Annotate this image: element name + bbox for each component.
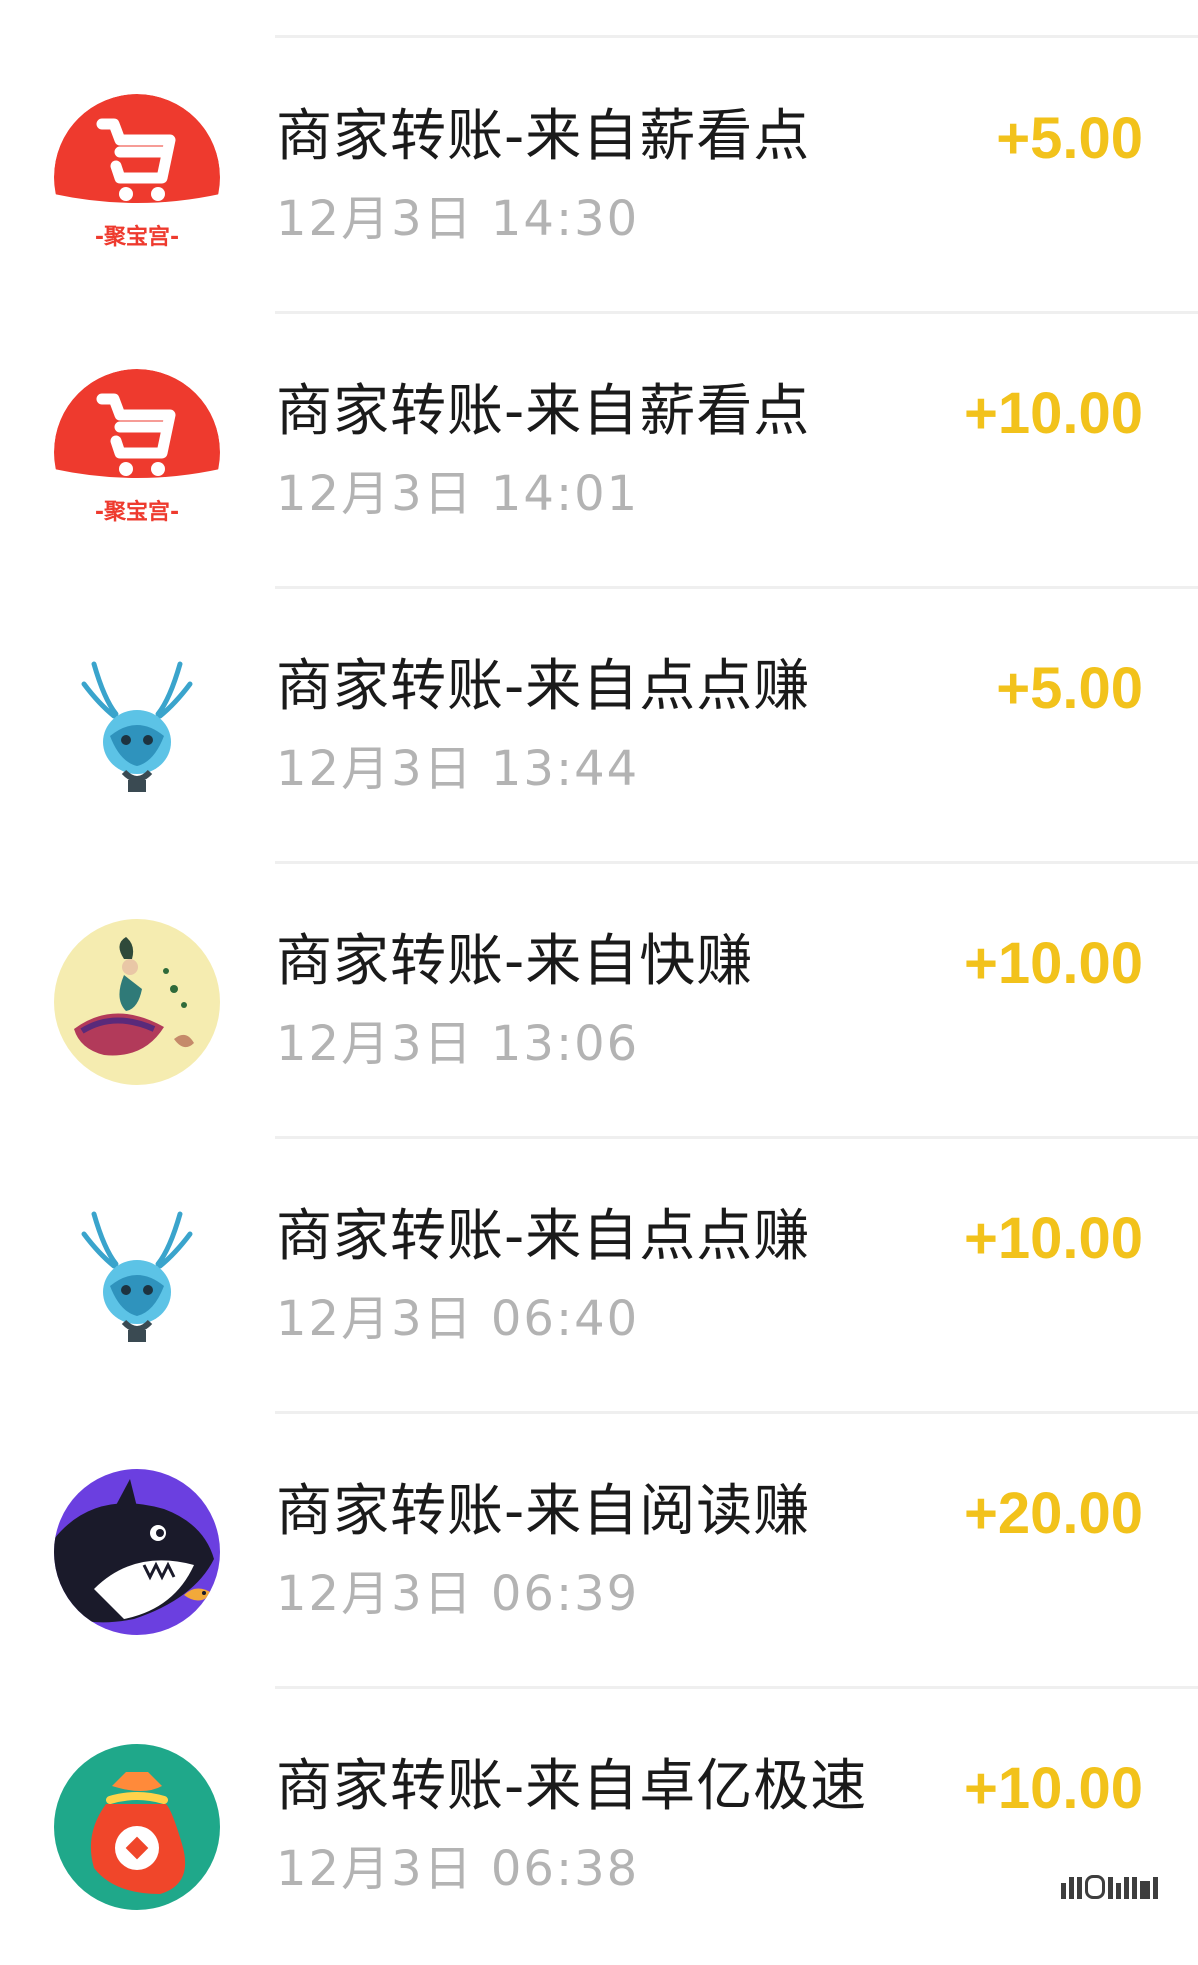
transaction-time: 12月3日 13:44 bbox=[276, 741, 640, 797]
dancer-illustration-icon bbox=[54, 919, 220, 1085]
divider bbox=[275, 1411, 1198, 1414]
watermark-icon bbox=[1061, 1875, 1158, 1899]
divider bbox=[275, 311, 1198, 314]
transaction-amount: +10.00 bbox=[963, 931, 1143, 996]
money-bag-icon bbox=[54, 1744, 220, 1910]
transaction-amount: +5.00 bbox=[996, 106, 1143, 171]
divider bbox=[275, 1136, 1198, 1139]
transaction-amount: +10.00 bbox=[963, 381, 1143, 446]
transaction-amount: +20.00 bbox=[963, 1481, 1143, 1546]
transaction-row[interactable]: 商家转账-来自点点赚 12月3日 13:44 +5.00 bbox=[0, 590, 1198, 865]
transaction-row[interactable]: 商家转账-来自卓亿极速 12月3日 06:38 +10.00 bbox=[0, 1690, 1198, 1965]
transaction-amount: +5.00 bbox=[996, 656, 1143, 721]
transaction-row[interactable]: -聚宝宫- 商家转账-来自薪看点 12月3日 14:30 +5.00 bbox=[0, 40, 1198, 315]
transaction-time: 12月3日 14:30 bbox=[276, 191, 640, 247]
blue-dragon-icon bbox=[54, 1194, 220, 1360]
transaction-amount: +10.00 bbox=[963, 1206, 1143, 1271]
transaction-time: 12月3日 06:40 bbox=[276, 1291, 640, 1347]
transaction-title: 商家转账-来自阅读赚 bbox=[276, 1479, 811, 1544]
transaction-title: 商家转账-来自点点赚 bbox=[276, 654, 811, 719]
transaction-amount: +10.00 bbox=[963, 1756, 1143, 1821]
shark-icon bbox=[54, 1469, 220, 1635]
divider bbox=[275, 35, 1198, 38]
transaction-time: 12月3日 06:38 bbox=[276, 1841, 640, 1897]
jubaogong-cart-icon: -聚宝宫- bbox=[54, 94, 220, 260]
divider bbox=[275, 586, 1198, 589]
transaction-list: -聚宝宫- 商家转账-来自薪看点 12月3日 14:30 +5.00 -聚宝宫-… bbox=[0, 0, 1198, 1921]
jubaogong-cart-icon: -聚宝宫- bbox=[54, 369, 220, 535]
transaction-row[interactable]: 商家转账-来自点点赚 12月3日 06:40 +10.00 bbox=[0, 1140, 1198, 1415]
svg-text:-聚宝宫-: -聚宝宫- bbox=[95, 499, 179, 525]
blue-dragon-icon bbox=[54, 644, 220, 810]
transaction-row[interactable]: 商家转账-来自快赚 12月3日 13:06 +10.00 bbox=[0, 865, 1198, 1140]
transaction-time: 12月3日 06:39 bbox=[276, 1566, 640, 1622]
divider bbox=[275, 1686, 1198, 1689]
transaction-title: 商家转账-来自薪看点 bbox=[276, 379, 811, 444]
transaction-row[interactable]: 商家转账-来自阅读赚 12月3日 06:39 +20.00 bbox=[0, 1415, 1198, 1690]
svg-text:-聚宝宫-: -聚宝宫- bbox=[95, 224, 179, 250]
transaction-time: 12月3日 14:01 bbox=[276, 466, 640, 522]
transaction-time: 12月3日 13:06 bbox=[276, 1016, 640, 1072]
transaction-title: 商家转账-来自薪看点 bbox=[276, 104, 811, 169]
transaction-title: 商家转账-来自卓亿极速 bbox=[276, 1754, 868, 1819]
transaction-row[interactable]: -聚宝宫- 商家转账-来自薪看点 12月3日 14:01 +10.00 bbox=[0, 315, 1198, 590]
divider bbox=[275, 861, 1198, 864]
transaction-title: 商家转账-来自点点赚 bbox=[276, 1204, 811, 1269]
transaction-title: 商家转账-来自快赚 bbox=[276, 929, 754, 994]
